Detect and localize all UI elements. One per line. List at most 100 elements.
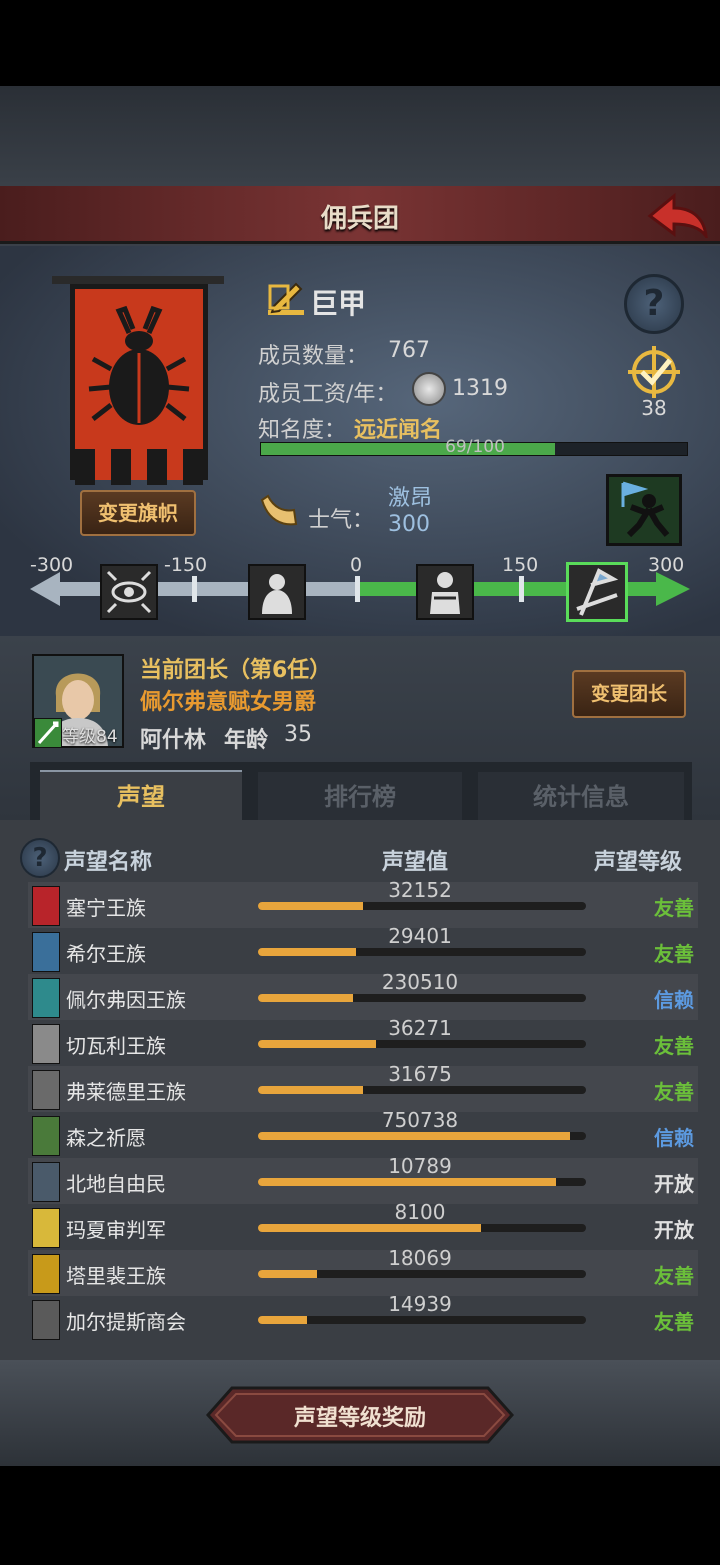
scale-tick-0 [355, 576, 360, 602]
faction-reputation-fill [258, 902, 363, 910]
faction-name: 塞宁王族 [66, 896, 146, 920]
reputation-reward-button[interactable]: 声望等级奖励 [206, 1386, 514, 1444]
faction-reputation-fill [258, 1132, 570, 1140]
faction-reputation-level: 友善 [654, 942, 694, 966]
faction-row[interactable]: 塔里裴王族 18069 友善 [28, 1246, 698, 1296]
faction-reputation-fill [258, 1316, 308, 1324]
faction-row[interactable]: 切瓦利王族 36271 友善 [28, 1016, 698, 1066]
morale-status-icon[interactable] [606, 474, 682, 546]
leader-level: 等级84 [62, 727, 118, 747]
faction-crest-icon [32, 1070, 60, 1110]
faction-reputation-bar [258, 1178, 586, 1186]
leader-name: 阿什林 [140, 728, 207, 753]
faction-reputation-bar [258, 1040, 586, 1048]
faction-reputation-value: 14939 [388, 1292, 452, 1316]
faction-reputation-bar [258, 1132, 586, 1140]
morale-high-icon[interactable] [566, 562, 628, 622]
faction-reputation-value: 32152 [388, 878, 452, 902]
leader-portrait[interactable]: 等级84 [32, 654, 124, 748]
edit-name-icon[interactable] [266, 278, 306, 318]
top-stone-frame [0, 86, 720, 186]
leader-title: 当前团长（第6任） [140, 658, 332, 683]
faction-crest-icon [32, 1208, 60, 1248]
faction-row[interactable]: 北地自由民 10789 开放 [28, 1154, 698, 1204]
faction-crest-icon [32, 1116, 60, 1156]
faction-reputation-level: 友善 [654, 1264, 694, 1288]
legion-name: 巨甲 [310, 287, 367, 320]
faction-name: 加尔提斯商会 [66, 1310, 186, 1334]
leader-age: 35 [284, 722, 312, 747]
faction-name: 北地自由民 [66, 1172, 166, 1196]
faction-reputation-fill [258, 948, 357, 956]
faction-row[interactable]: 玛夏审判军 8100 开放 [28, 1200, 698, 1250]
faction-row[interactable]: 加尔提斯商会 14939 友善 [28, 1292, 698, 1342]
faction-row[interactable]: 弗莱德里王族 31675 友善 [28, 1062, 698, 1112]
faction-row[interactable]: 希尔王族 29401 友善 [28, 924, 698, 974]
faction-reputation-level: 开放 [654, 1218, 694, 1242]
faction-name: 佩尔弗因王族 [66, 988, 186, 1012]
faction-crest-icon [32, 1254, 60, 1294]
faction-name: 森之祈愿 [66, 1126, 146, 1150]
tab-leaderboard[interactable]: 排行榜 [258, 772, 462, 822]
faction-row[interactable]: 森之祈愿 750738 信赖 [28, 1108, 698, 1158]
leader-honor: 佩尔弗意赋女男爵 [140, 690, 317, 715]
faction-reputation-value: 10789 [388, 1154, 452, 1178]
faction-reputation-level: 友善 [654, 1034, 694, 1058]
faction-crest-icon [32, 978, 60, 1018]
morale-steady-icon[interactable] [416, 564, 474, 620]
page-title: 佣兵团 [320, 204, 399, 234]
faction-reputation-bar [258, 948, 586, 956]
scale-label-150: 150 [502, 554, 539, 576]
faction-crest-icon [32, 932, 60, 972]
morale-fear-icon[interactable] [248, 564, 306, 620]
faction-name: 切瓦利王族 [66, 1034, 166, 1058]
navigation-bar-area [0, 1466, 720, 1565]
faction-crest-icon [32, 886, 60, 926]
faction-crest-icon [32, 1162, 60, 1202]
faction-reputation-value: 750738 [381, 1108, 459, 1132]
faction-crest-icon [32, 1300, 60, 1340]
tab-statistics[interactable]: 统计信息 [478, 772, 684, 822]
back-arrow-icon[interactable] [646, 192, 710, 238]
faction-crest-icon [32, 1024, 60, 1064]
faction-reputation-value: 230510 [381, 970, 459, 994]
faction-row[interactable]: 塞宁王族 32152 友善 [28, 878, 698, 928]
faction-reputation-bar [258, 1316, 586, 1324]
faction-name: 玛夏审判军 [66, 1218, 166, 1242]
header-value: 声望值 [382, 850, 449, 875]
faction-name: 希尔王族 [66, 942, 146, 966]
legion-banner [70, 284, 208, 485]
change-flag-button[interactable]: 变更旗帜 [80, 490, 196, 536]
faction-reputation-fill [258, 1270, 318, 1278]
faction-reputation-fill [258, 1178, 557, 1186]
scale-label-300: 300 [648, 554, 685, 576]
morale-despair-icon[interactable] [100, 564, 158, 620]
members-label: 成员数量： [258, 344, 369, 369]
faction-row[interactable]: 佩尔弗因王族 230510 信赖 [28, 970, 698, 1020]
help-icon[interactable]: ? [624, 274, 684, 334]
change-leader-button[interactable]: 变更团长 [572, 670, 686, 718]
title-bar: 佣兵团 [0, 186, 720, 244]
reward-button-label: 声望等级奖励 [293, 1406, 426, 1431]
table-help-icon[interactable]: ? [20, 838, 60, 878]
morale-scale: -300 -150 0 150 300 [30, 554, 690, 630]
beetle-icon [75, 305, 203, 485]
faction-reputation-bar [258, 1086, 586, 1094]
header-level: 声望等级 [594, 850, 683, 875]
scale-right-arrow-icon [656, 572, 690, 606]
faction-reputation-fill [258, 1224, 482, 1232]
faction-reputation-value: 31675 [388, 1062, 452, 1086]
fame-progress-bar: 69/100 [260, 437, 688, 457]
tab-reputation[interactable]: 声望 [40, 770, 242, 822]
faction-reputation-level: 信赖 [654, 1126, 694, 1150]
leader-age-label: 年龄 [224, 728, 269, 753]
faction-reputation-bar [258, 1224, 586, 1232]
header-name: 声望名称 [64, 850, 153, 875]
wage-value: 1319 [452, 376, 508, 401]
faction-reputation-value: 29401 [388, 924, 452, 948]
silver-coin-icon [412, 372, 446, 406]
faction-name: 塔里裴王族 [66, 1264, 166, 1288]
faction-reputation-level: 友善 [654, 1080, 694, 1104]
faction-reputation-level: 友善 [654, 896, 694, 920]
faction-reputation-level: 友善 [654, 1310, 694, 1334]
